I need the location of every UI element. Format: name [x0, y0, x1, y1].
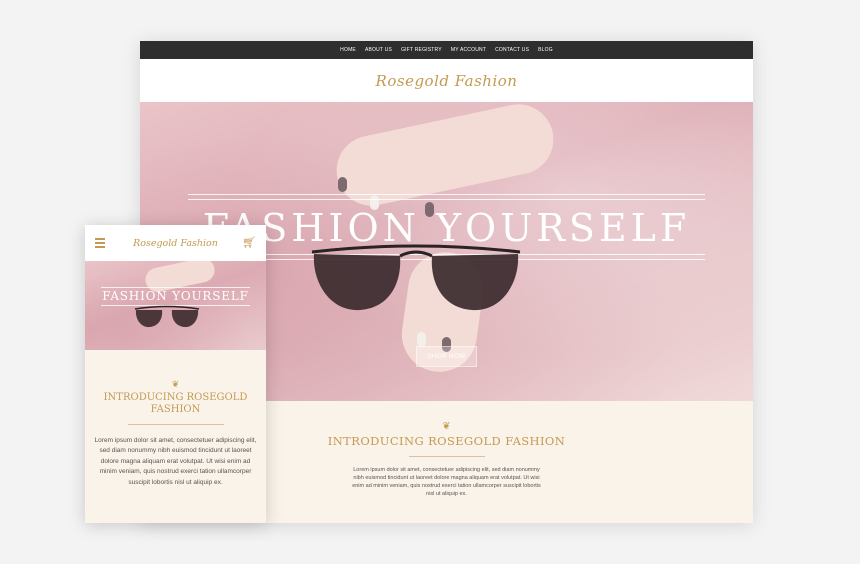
mobile-sunglasses-image	[134, 305, 200, 328]
hero-nail	[338, 177, 347, 192]
mobile-intro-body: Lorem ipsum dolor sit amet, consectetuer…	[94, 437, 257, 486]
hero-rule-top-2	[188, 199, 705, 200]
shop-now-button[interactable]: SHOP NOW	[416, 346, 477, 367]
nav-contact-us[interactable]: CONTACT US	[495, 47, 529, 53]
intro-body: Lorem ipsum dolor sit amet, consectetuer…	[352, 467, 541, 497]
mobile-mockup: Rosegold Fashion 🛒︎ FASHION YOURSELF ❦ I…	[85, 225, 266, 523]
hero-nail	[417, 332, 426, 347]
logo-bar: Rosegold Fashion	[140, 59, 753, 102]
hero-hand-upper	[330, 102, 560, 213]
flourish-icon: ❦	[171, 380, 180, 390]
divider	[408, 456, 485, 457]
nav-my-account[interactable]: MY ACCOUNT	[451, 47, 486, 53]
sunglasses-image	[311, 244, 521, 311]
nav-blog[interactable]: BLOG	[538, 47, 553, 53]
mobile-divider	[127, 424, 224, 425]
hero-rule-top	[188, 194, 705, 195]
mobile-intro-title: INTRODUCING ROSEGOLD FASHION	[103, 392, 248, 415]
site-logo[interactable]: Rosegold Fashion	[376, 72, 518, 90]
mobile-logo[interactable]: Rosegold Fashion	[133, 238, 218, 249]
nav-home[interactable]: HOME	[340, 47, 356, 53]
cart-icon[interactable]: 🛒︎	[242, 236, 256, 249]
top-nav: HOME ABOUT US GIFT REGISTRY MY ACCOUNT C…	[140, 41, 753, 59]
mobile-hero-title: FASHION YOURSELF	[102, 289, 249, 303]
nav-gift-registry[interactable]: GIFT REGISTRY	[401, 47, 442, 53]
hamburger-icon[interactable]	[95, 238, 105, 250]
mobile-header: Rosegold Fashion 🛒︎	[85, 225, 266, 261]
nav-about-us[interactable]: ABOUT US	[365, 47, 392, 53]
mobile-hero-rule-top	[101, 287, 250, 288]
mobile-hero-banner: FASHION YOURSELF	[85, 261, 266, 350]
